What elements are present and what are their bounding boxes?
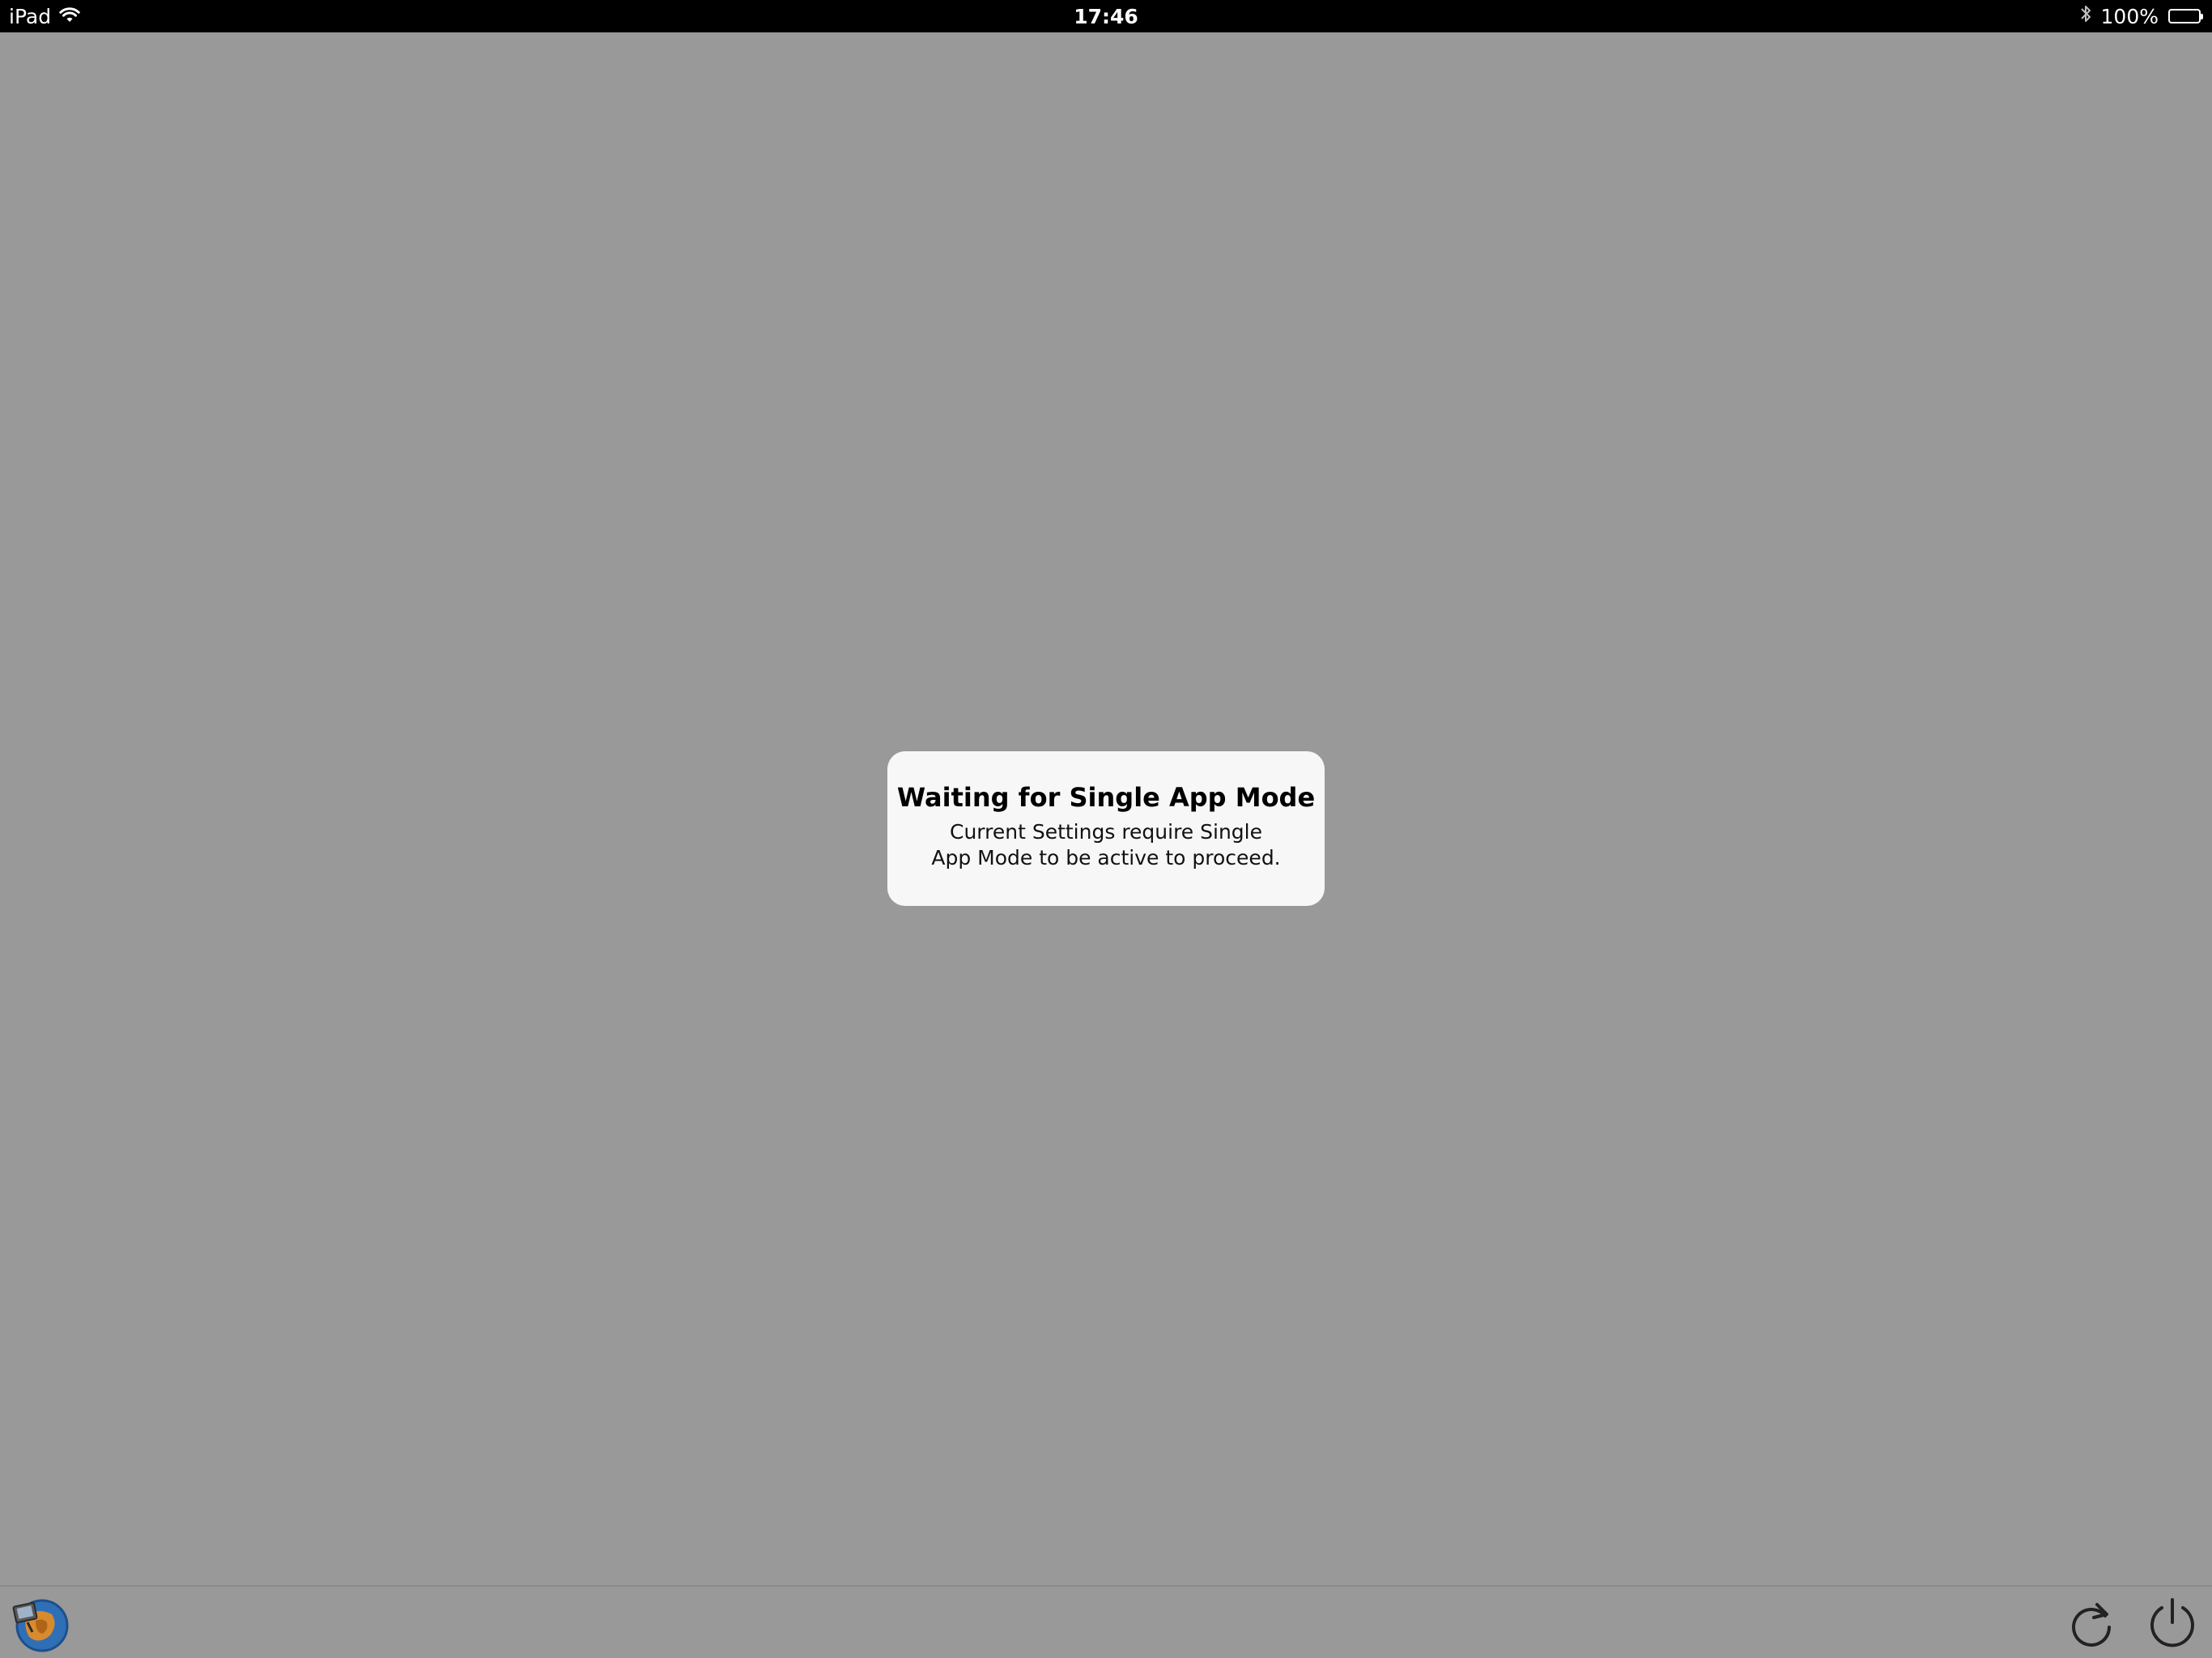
reload-icon (2072, 1603, 2111, 1647)
power-button[interactable] (2144, 1595, 2201, 1652)
app-logo-icon[interactable] (11, 1596, 73, 1653)
battery-icon (2168, 8, 2204, 24)
power-icon (2150, 1598, 2194, 1647)
status-bar: iPad 17:46 100% (0, 0, 2212, 32)
reload-button[interactable] (2063, 1595, 2120, 1652)
alert-message: Current Settings require Single App Mode… (931, 820, 1281, 870)
bottom-toolbar (0, 1585, 2212, 1658)
bluetooth-icon (2080, 4, 2091, 28)
single-app-mode-alert: Waiting for Single App Mode Current Sett… (887, 751, 1325, 906)
status-right: 100% (2080, 0, 2204, 32)
alert-title: Waiting for Single App Mode (896, 782, 1316, 813)
battery-percent: 100% (2100, 4, 2159, 28)
status-clock: 17:46 (1074, 4, 1138, 28)
